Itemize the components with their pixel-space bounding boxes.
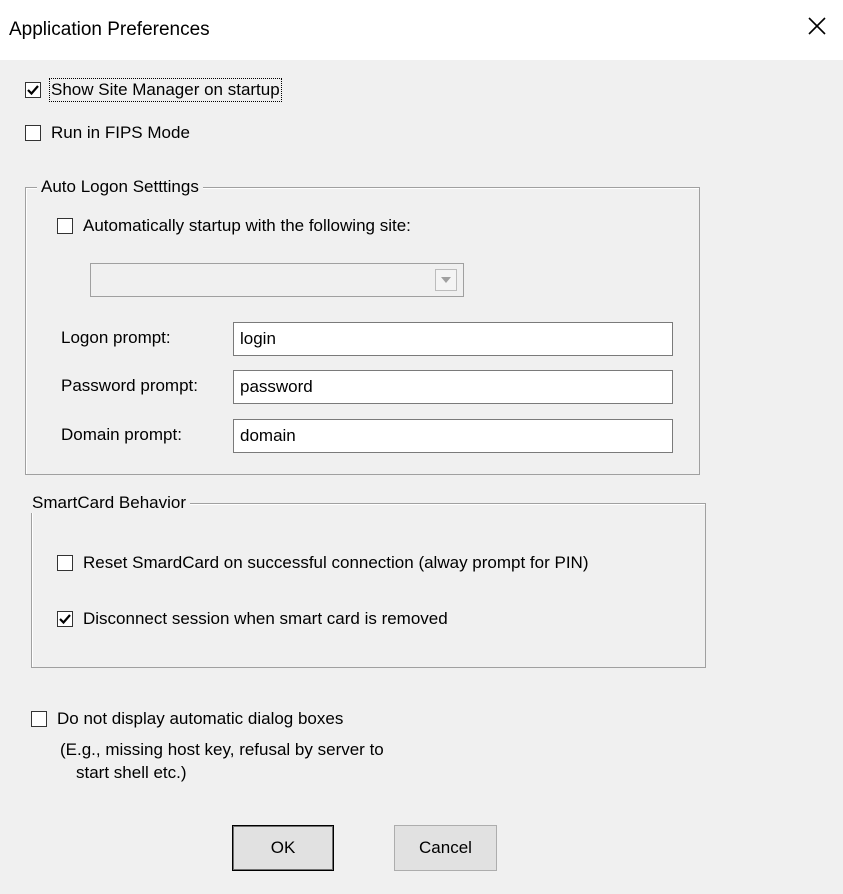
title-bar[interactable]: Application Preferences [0,0,843,60]
domain-prompt-label: Domain prompt: [61,425,182,444]
checkbox-box[interactable] [25,82,41,98]
fips-mode-label: Run in FIPS Mode [51,123,190,142]
checkbox-box[interactable] [57,218,73,234]
checkbox-box[interactable] [25,125,41,141]
logon-prompt-input[interactable]: login [233,322,673,356]
checkbox-box[interactable] [57,555,73,571]
fips-mode-checkbox[interactable]: Run in FIPS Mode [25,123,190,143]
smartcard-group: SmartCard Behavior [28,493,706,668]
smartcard-group-label: SmartCard Behavior [28,493,191,513]
show-site-manager-label: Show Site Manager on startup [49,78,282,102]
reset-smartcard-label: Reset SmardCard on successful connection… [83,553,589,572]
no-auto-dialogs-note-line2: start shell etc.) [76,763,187,782]
auto-logon-group-label: Auto Logon Setttings [37,177,203,197]
dialog-title: Application Preferences [9,19,210,40]
logon-prompt-label: Logon prompt: [61,328,171,347]
show-site-manager-checkbox[interactable]: Show Site Manager on startup [25,78,282,102]
disconnect-session-label: Disconnect session when smart card is re… [83,609,448,628]
checkmark-icon [59,614,71,625]
disconnect-session-checkbox[interactable]: Disconnect session when smart card is re… [57,609,448,629]
chevron-down-icon [441,277,451,283]
domain-prompt-input[interactable]: domain [233,419,673,453]
checkbox-box[interactable] [31,711,47,727]
auto-startup-checkbox[interactable]: Automatically startup with the following… [57,216,411,236]
ok-button[interactable]: OK [232,825,334,871]
preferences-dialog: Application Preferences Show Site Manage… [0,0,843,894]
no-auto-dialogs-label: Do not display automatic dialog boxes [57,709,344,728]
password-prompt-label: Password prompt: [61,376,198,395]
close-icon[interactable] [805,14,829,38]
password-prompt-input[interactable]: password [233,370,673,404]
cancel-button[interactable]: Cancel [394,825,497,871]
site-select-dropdown-button[interactable] [435,269,457,291]
checkbox-box[interactable] [57,611,73,627]
no-auto-dialogs-note-line1: (E.g., missing host key, refusal by serv… [60,740,384,759]
auto-startup-label: Automatically startup with the following… [83,216,411,235]
reset-smartcard-checkbox[interactable]: Reset SmardCard on successful connection… [57,553,588,573]
site-select[interactable] [90,263,464,297]
checkmark-icon [27,85,39,96]
no-auto-dialogs-checkbox[interactable]: Do not display automatic dialog boxes [31,709,343,729]
